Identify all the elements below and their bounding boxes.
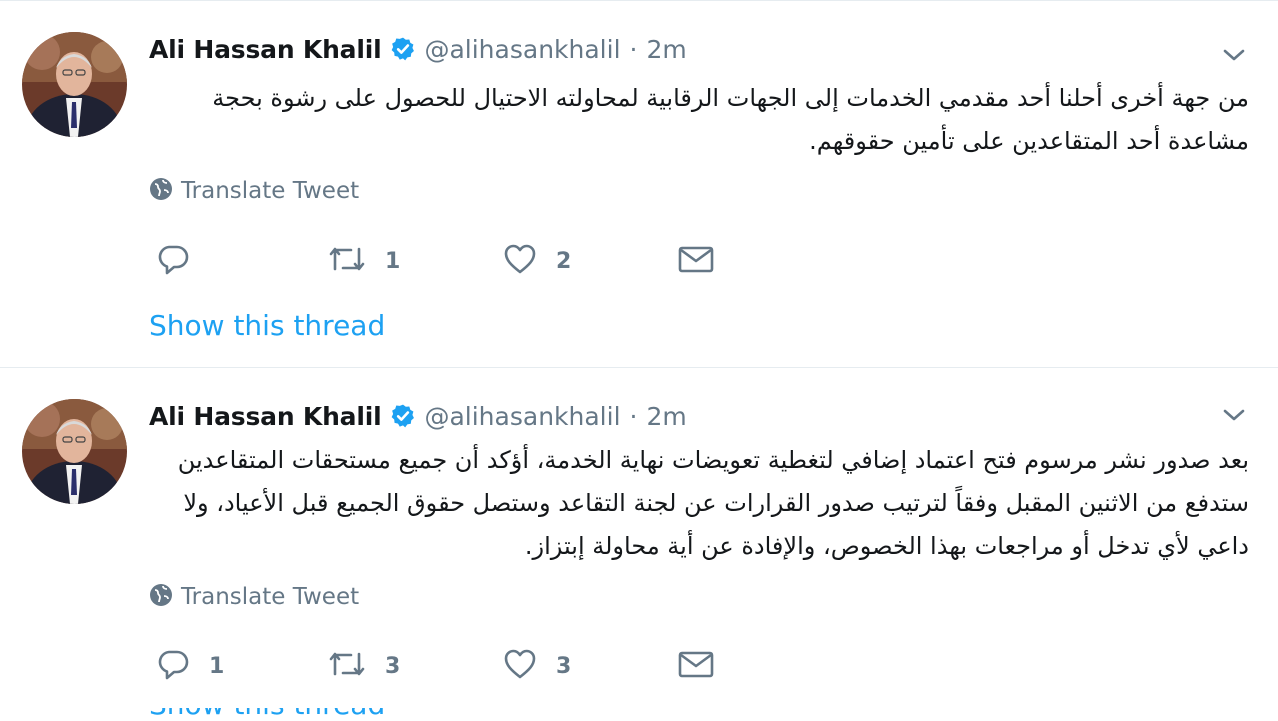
- heart-icon: [502, 646, 538, 686]
- envelope-icon: [677, 646, 715, 686]
- translate-label: Translate Tweet: [181, 178, 360, 204]
- author-handle[interactable]: @alihasankhalil: [424, 35, 620, 64]
- show-thread-link[interactable]: Show this thread: [149, 309, 385, 342]
- show-thread-label: Show this thread: [149, 708, 389, 721]
- reply-button[interactable]: [155, 241, 209, 281]
- reply-button[interactable]: 1: [155, 646, 224, 686]
- avatar[interactable]: [22, 399, 127, 504]
- translate-tweet-link[interactable]: Translate Tweet: [149, 177, 359, 205]
- tweet-text-line: من جهة أخرى أحلنا أحد مقدمي الخدمات إلى …: [212, 84, 1249, 112]
- reply-icon: [155, 241, 191, 281]
- timestamp[interactable]: 2m: [646, 35, 686, 64]
- retweet-button[interactable]: 3: [327, 646, 400, 686]
- retweet-icon: [327, 241, 367, 281]
- tweet-text-line: بعد صدور نشر مرسوم فتح اعتماد إضافي لتغط…: [177, 446, 1249, 474]
- show-thread-link[interactable]: Show this thread: [149, 708, 389, 721]
- direct-message-button[interactable]: [677, 241, 715, 281]
- verified-badge-icon: [390, 403, 416, 429]
- retweet-count: 3: [385, 653, 401, 679]
- tweet-text-line: مشاعدة أحد المتقاعدين على تأمين حقوقهم.: [809, 127, 1249, 155]
- heart-icon: [502, 241, 538, 281]
- separator-dot: ·: [629, 401, 638, 431]
- timestamp[interactable]: 2m: [646, 402, 686, 431]
- retweet-count: 1: [385, 248, 401, 274]
- avatar[interactable]: [22, 32, 127, 137]
- retweet-button[interactable]: 1: [327, 241, 400, 281]
- reply-icon: [155, 646, 191, 686]
- chevron-down-icon[interactable]: [1220, 401, 1248, 429]
- tweet[interactable]: Ali Hassan Khalil @alihasankhalil · 2m م…: [0, 0, 1278, 368]
- verified-badge-icon: [390, 36, 416, 62]
- author-name[interactable]: Ali Hassan Khalil: [149, 35, 382, 64]
- author-handle[interactable]: @alihasankhalil: [424, 402, 620, 431]
- tweet-text: بعد صدور نشر مرسوم فتح اعتماد إضافي لتغط…: [149, 439, 1249, 568]
- translate-label: Translate Tweet: [181, 584, 360, 610]
- direct-message-button[interactable]: [677, 646, 715, 686]
- tweet-header: Ali Hassan Khalil @alihasankhalil · 2m: [149, 31, 687, 67]
- tweet-actions: 1 3 3: [149, 646, 749, 686]
- like-count: 2: [556, 248, 572, 274]
- tweet-text-line: ستدفع من الاثنين المقبل وفقاً لترتيب صدو…: [183, 489, 1249, 517]
- like-button[interactable]: 3: [502, 646, 571, 686]
- separator-dot: ·: [629, 34, 638, 64]
- like-count: 3: [556, 653, 572, 679]
- globe-icon: [149, 177, 173, 205]
- like-button[interactable]: 2: [502, 241, 571, 281]
- tweet-header: Ali Hassan Khalil @alihasankhalil · 2m: [149, 398, 687, 434]
- tweet-text: من جهة أخرى أحلنا أحد مقدمي الخدمات إلى …: [149, 77, 1249, 163]
- chevron-down-icon[interactable]: [1220, 41, 1248, 69]
- tweet[interactable]: Ali Hassan Khalil @alihasankhalil · 2m ب…: [0, 367, 1278, 721]
- tweet-actions: 1 2: [149, 241, 749, 281]
- tweet-text-line: داعي لأي تدخل أو مراجعات بهذا الخصوص، وا…: [524, 532, 1249, 560]
- author-name[interactable]: Ali Hassan Khalil: [149, 402, 382, 431]
- globe-icon: [149, 583, 173, 611]
- retweet-icon: [327, 646, 367, 686]
- reply-count: 1: [209, 653, 225, 679]
- envelope-icon: [677, 241, 715, 281]
- translate-tweet-link[interactable]: Translate Tweet: [149, 583, 359, 611]
